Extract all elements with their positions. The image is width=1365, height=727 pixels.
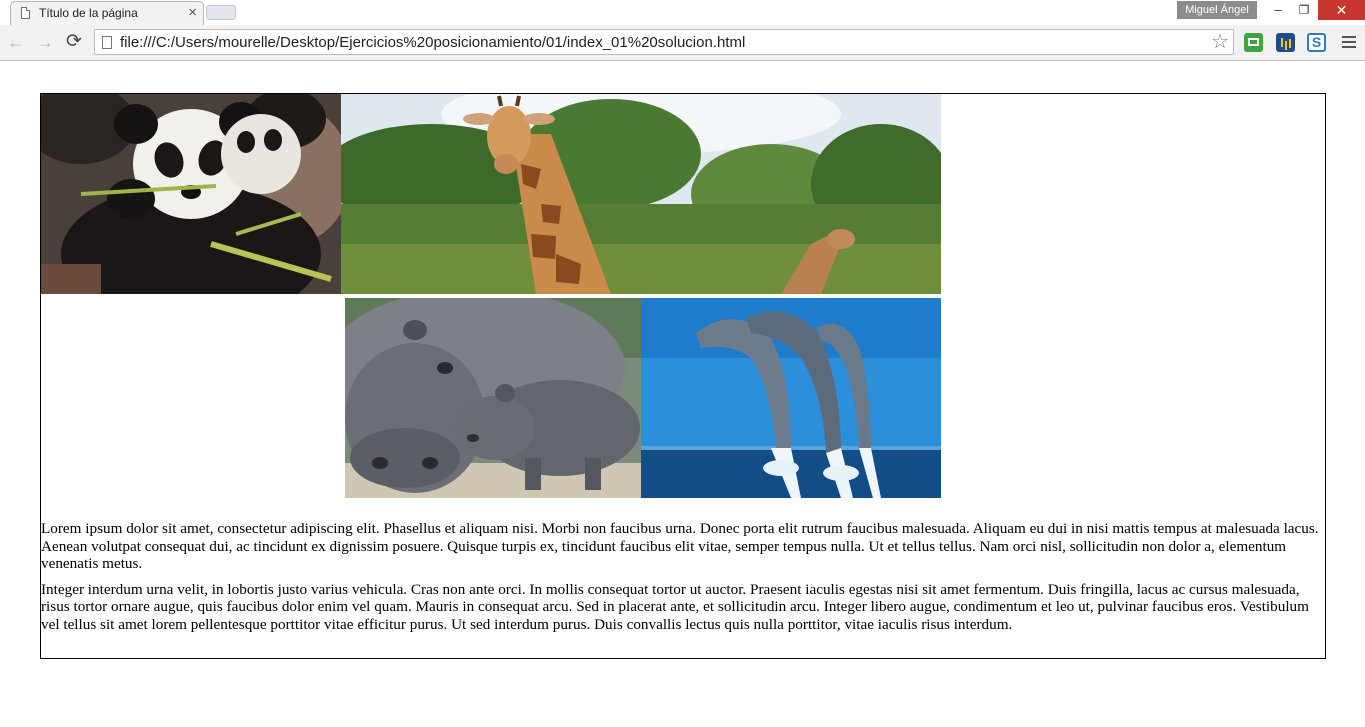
chart-icon[interactable]	[1276, 33, 1295, 52]
tab-title: Título de la página	[39, 6, 138, 20]
url-text[interactable]: file:///C:/Users/mourelle/Desktop/Ejerci…	[120, 34, 745, 51]
user-profile-badge[interactable]: Miguel Ángel	[1177, 1, 1257, 19]
print-friendly-icon[interactable]	[1244, 33, 1263, 52]
document-icon	[21, 7, 30, 19]
maximize-button[interactable]: ❐	[1292, 0, 1316, 20]
article-text: Lorem ipsum dolor sit amet, consectetur …	[41, 520, 1325, 642]
giraffe-photo	[341, 94, 941, 294]
new-tab-button[interactable]	[206, 5, 236, 20]
reload-button[interactable]: ⟳	[62, 30, 86, 54]
panda-photo	[41, 94, 341, 294]
page-container: Lorem ipsum dolor sit amet, consectetur …	[40, 93, 1326, 659]
hippo-photo	[345, 298, 641, 498]
browser-toolbar: ← → ⟳ file:///C:/Users/mourelle/Desktop/…	[0, 25, 1365, 61]
title-bar: Título de la página × Miguel Ángel – ❐ ✕	[0, 0, 1365, 25]
page-icon	[102, 36, 112, 49]
close-window-button[interactable]: ✕	[1318, 0, 1365, 20]
browser-tab[interactable]: Título de la página ×	[10, 1, 204, 25]
dolphins-photo	[641, 298, 941, 498]
paragraph-1: Lorem ipsum dolor sit amet, consectetur …	[41, 520, 1319, 573]
address-bar[interactable]: file:///C:/Users/mourelle/Desktop/Ejerci…	[94, 29, 1234, 55]
paragraph-2: Integer interdum urna velit, in lobortis…	[41, 580, 1309, 633]
s-logo-icon[interactable]: S	[1307, 33, 1326, 52]
minimize-button[interactable]: –	[1266, 0, 1290, 20]
forward-button[interactable]: →	[33, 30, 57, 54]
tab-close-icon[interactable]: ×	[188, 4, 197, 21]
bookmark-star-icon[interactable]: ☆	[1211, 30, 1229, 54]
menu-icon[interactable]	[1342, 33, 1356, 52]
back-button[interactable]: ←	[4, 30, 28, 54]
